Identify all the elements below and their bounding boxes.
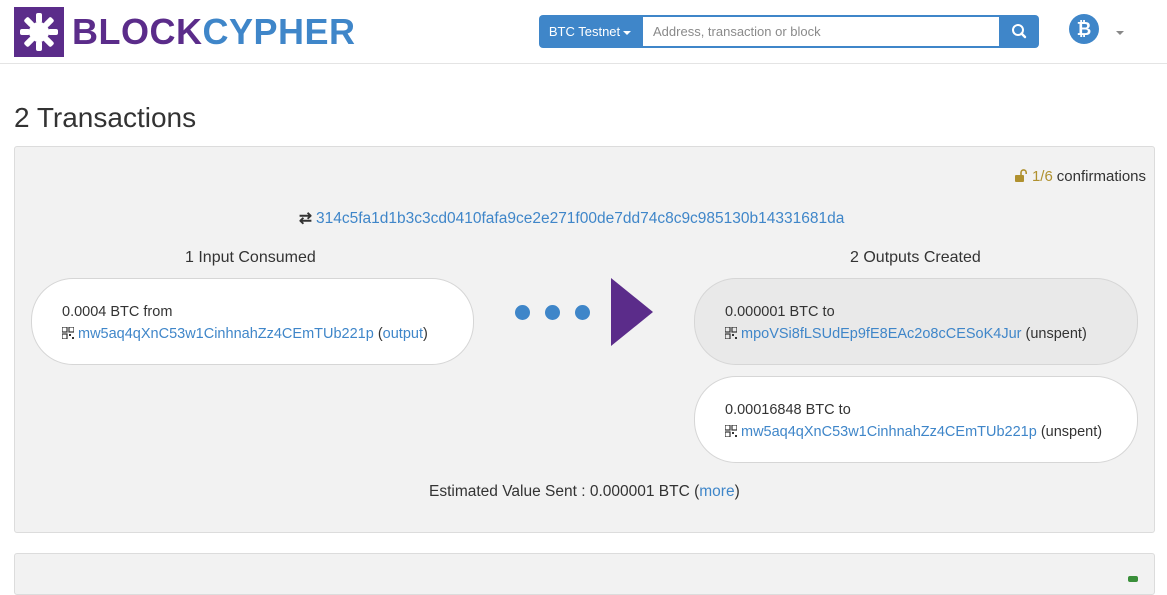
estimated-value-sent: Estimated Value Sent : 0.000001 BTC (mor… [429, 483, 740, 500]
flow-dot [575, 305, 590, 320]
output-status: unspent [1045, 424, 1098, 440]
input-output-link[interactable]: output [383, 326, 423, 342]
transaction-hash: ⇄ 314c5fa1d1b3c3cd0410fafa9ce2e271f00de7d… [299, 209, 844, 228]
input-amount: 0.0004 BTC from [62, 304, 173, 320]
output-item: 0.000001 BTC to mpoVSi8fLSUdEp9fE8EAc2o8… [694, 278, 1138, 365]
inputs-header: 1 Input Consumed [185, 249, 316, 266]
transaction-card: 1/6 confirmations ⇄ 314c5fa1d1b3c3cd0410fa… [14, 146, 1155, 533]
network-label: BTC Testnet [548, 24, 621, 39]
search-button[interactable] [1000, 15, 1039, 48]
search-icon [1012, 24, 1027, 39]
search-input[interactable] [641, 15, 1001, 48]
output-amount: 0.00016848 BTC to [725, 402, 851, 418]
outputs-header: 2 Outputs Created [850, 249, 981, 266]
flow-dot [545, 305, 560, 320]
input-address-link[interactable]: mw5aq4qXnC53w1CinhnahZz4CEmTUb221p [78, 326, 374, 342]
output-item: 0.00016848 BTC to mw5aq4qXnC53w1CinhnahZ… [694, 376, 1138, 463]
logo-text-cypher: CYPHER [202, 11, 356, 52]
blockcypher-logo-icon[interactable] [14, 7, 64, 57]
output-status: unspent [1030, 326, 1082, 342]
top-navbar: BLOCKCYPHER BTC Testnet ₿ [0, 0, 1167, 64]
output-amount: 0.000001 BTC to [725, 304, 835, 320]
estimated-value-label: Estimated Value Sent : 0.000001 BTC [429, 483, 690, 500]
confirmations-count: 1/6 [1031, 168, 1053, 185]
transaction-hash-link[interactable]: 314c5fa1d1b3c3cd0410fafa9ce2e271f00de7dd… [316, 210, 844, 227]
transaction-card [14, 553, 1155, 595]
qr-code-icon[interactable] [725, 422, 738, 438]
logo-text-block: BLOCK [72, 11, 203, 52]
confirmations-indicator: 1/6 confirmations [1014, 168, 1146, 187]
qr-code-icon[interactable] [724, 324, 738, 340]
network-select-button[interactable]: BTC Testnet [539, 15, 641, 48]
exchange-arrows-icon: ⇄ [299, 210, 312, 227]
unlock-icon [1014, 169, 1028, 187]
output-address-link[interactable]: mpoVSi8fLSUdEp9fE8EAc2o8cCESoK4Jur [741, 326, 1022, 342]
more-link[interactable]: more [699, 483, 734, 500]
confirmations-label: confirmations [1056, 168, 1146, 185]
flow-dot [515, 305, 530, 320]
bitcoin-icon[interactable]: ₿ [1069, 14, 1099, 44]
flow-arrow-icon [611, 278, 653, 346]
chevron-down-icon [623, 30, 632, 35]
logo-wordmark[interactable]: BLOCKCYPHER [72, 12, 356, 52]
user-menu-chevron-icon[interactable] [1116, 31, 1124, 35]
qr-code-icon[interactable] [61, 324, 75, 340]
input-item: 0.0004 BTC from mw5aq4qXnC53w1CinhnahZz4… [31, 278, 474, 365]
lock-icon [1128, 576, 1138, 582]
output-address-link[interactable]: mw5aq4qXnC53w1CinhnahZz4CEmTUb221p [741, 424, 1037, 440]
page-title: 2 Transactions [14, 102, 197, 133]
